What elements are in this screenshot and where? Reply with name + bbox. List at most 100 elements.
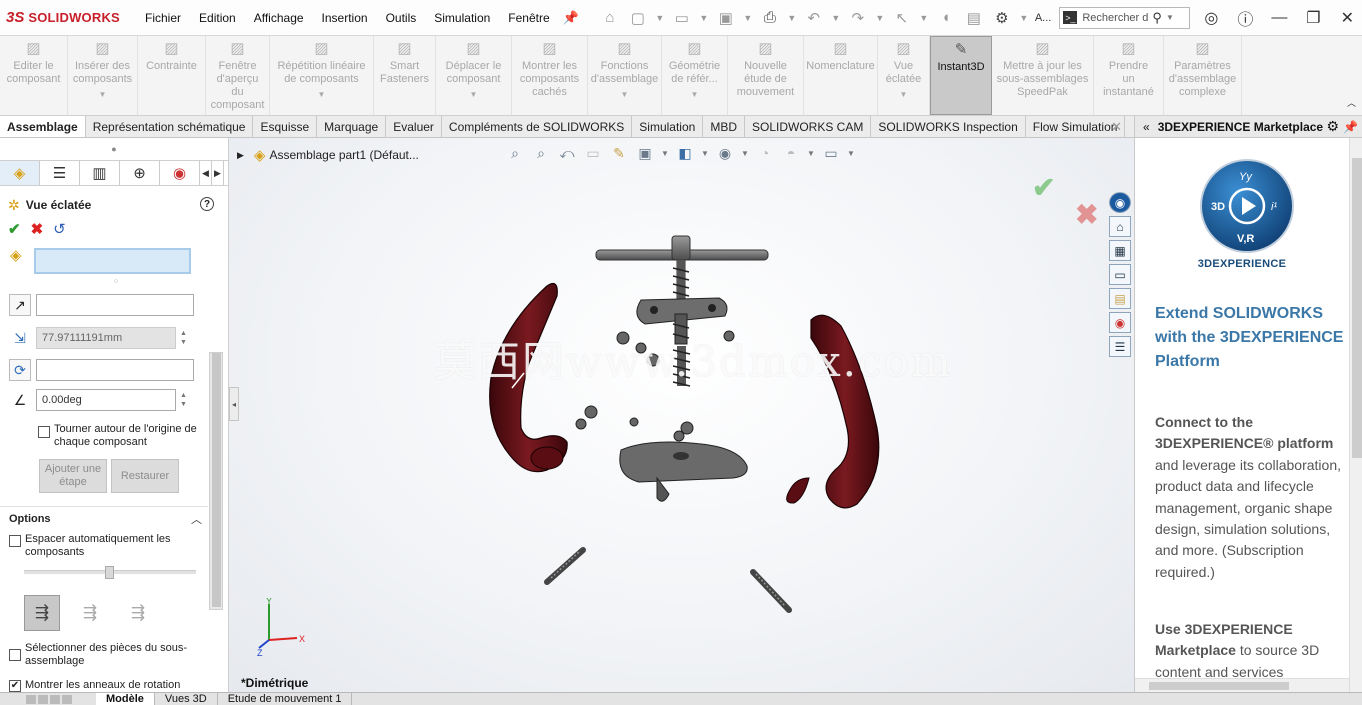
space-direction-3-icon[interactable]: ⇶ xyxy=(120,595,156,631)
cmd-mate-button[interactable]: ▨ Contrainte xyxy=(138,36,206,115)
redo-dropdown-icon[interactable]: ▼ xyxy=(875,7,885,29)
lower-bracket[interactable] xyxy=(619,441,748,502)
cmd-assembly-features-button[interactable]: ▨ Fonctions d'assemblage ▼ xyxy=(588,36,662,115)
menu-affichage[interactable]: Affichage xyxy=(245,11,313,25)
cmd-smart-fasteners-button[interactable]: ▨ Smart Fasteners xyxy=(374,36,436,115)
undo-icon[interactable]: ↶ xyxy=(803,7,825,29)
tab-marquage[interactable]: Marquage xyxy=(317,116,387,137)
dropdown-arrow-icon[interactable]: ▼ xyxy=(691,88,699,101)
select-subassembly-checkbox[interactable] xyxy=(9,649,21,661)
exploded-assembly-model[interactable] xyxy=(229,138,1134,692)
appearances-icon[interactable]: ◉ xyxy=(1109,312,1131,333)
search-input[interactable]: >_ Rechercher d ⚲ ▼ xyxy=(1059,6,1191,29)
cancel-x-icon[interactable]: ✖ xyxy=(31,220,44,240)
tab-vues-3d[interactable]: Vues 3D xyxy=(155,693,218,705)
cmd-insert-components-button[interactable]: ▨ Insérer des composants ▼ xyxy=(68,36,138,115)
long-bolt-left[interactable] xyxy=(544,547,586,585)
menu-simulation[interactable]: Simulation xyxy=(425,11,499,25)
cmd-reference-geometry-button[interactable]: ▨ Géométrie de référ... ▼ xyxy=(662,36,728,115)
search-icon[interactable]: ⚲ xyxy=(1152,10,1162,26)
cmd-bom-button[interactable]: ▨ Nomenclature xyxy=(804,36,878,115)
options-section-header[interactable]: Options ︿ xyxy=(0,506,208,530)
tab-modele[interactable]: Modèle xyxy=(96,693,155,705)
search-mode-label[interactable]: A... xyxy=(1035,7,1052,29)
help-icon[interactable]: ⓘ xyxy=(1234,7,1256,29)
open-icon[interactable]: ▭ xyxy=(671,7,693,29)
component-selection-box[interactable] xyxy=(33,248,191,274)
search-dropdown-icon[interactable]: ▼ xyxy=(1166,13,1174,22)
display-manager-tab-icon[interactable]: ◉ xyxy=(160,161,200,185)
print-dropdown-icon[interactable]: ▼ xyxy=(787,7,797,29)
scrollbar-thumb[interactable] xyxy=(1352,158,1362,458)
long-bolt-right[interactable] xyxy=(750,569,792,613)
hscrollbar-thumb[interactable] xyxy=(1149,682,1289,690)
cmd-motion-study-button[interactable]: ▨ Nouvelle étude de mouvement xyxy=(728,36,804,115)
select-dropdown-icon[interactable]: ▼ xyxy=(919,7,929,29)
scrollbar-thumb[interactable] xyxy=(212,353,221,607)
tabs-left-arrow-icon[interactable]: ◀ xyxy=(200,161,212,185)
tab-scroll-arrows[interactable] xyxy=(0,693,96,705)
view-palette-icon[interactable]: ▤ xyxy=(1109,288,1131,309)
propertymanager-tab-icon[interactable]: ☰ xyxy=(40,161,80,185)
angle-spinner[interactable]: ▲ ▼ xyxy=(180,391,187,409)
home-icon[interactable]: ⌂ xyxy=(599,7,621,29)
dropdown-arrow-icon[interactable]: ▼ xyxy=(621,88,629,101)
panel-splitter-handle[interactable]: ◂ xyxy=(229,387,239,421)
dropdown-arrow-icon[interactable]: ▼ xyxy=(900,88,908,101)
custom-properties-icon[interactable]: ☰ xyxy=(1109,336,1131,357)
minimize-icon[interactable]: — xyxy=(1268,7,1290,29)
close-tabs-icon[interactable]: ✕ xyxy=(1111,119,1122,135)
angle-field[interactable]: 0.00deg xyxy=(36,389,176,411)
cmd-instant3d-button[interactable]: ✎ Instant3D xyxy=(930,36,992,115)
select-icon[interactable]: ↖ xyxy=(891,7,913,29)
menu-fichier[interactable]: Fichier xyxy=(136,11,190,25)
cmd-show-hidden-button[interactable]: ▨ Montrer les composants cachés xyxy=(512,36,588,115)
rotate-origin-checkbox[interactable] xyxy=(38,426,50,438)
menu-outils[interactable]: Outils xyxy=(377,11,426,25)
rotation-axis-field[interactable] xyxy=(36,359,194,381)
cmd-snapshot-button[interactable]: ▨ Prendre un instantané xyxy=(1094,36,1164,115)
dropdown-arrow-icon[interactable]: ▼ xyxy=(318,88,326,101)
t-handle[interactable] xyxy=(595,235,769,308)
cmd-edit-component-button[interactable]: ▨ Editer le composant xyxy=(0,36,68,115)
show-rings-checkbox[interactable]: ✔ xyxy=(9,679,21,692)
cmd-exploded-view-button[interactable]: ▨ Vue éclatée ▼ xyxy=(878,36,930,115)
close-window-icon[interactable]: ✕ xyxy=(1336,7,1358,29)
panel-grip[interactable]: ● xyxy=(0,138,228,160)
cmd-move-component-button[interactable]: ▨ Déplacer le composant ▼ xyxy=(436,36,512,115)
save-icon[interactable]: ▣ xyxy=(715,7,737,29)
tab-solidworks-inspection[interactable]: SOLIDWORKS Inspection xyxy=(871,116,1026,137)
dimxpert-tab-icon[interactable]: ⊕ xyxy=(120,161,160,185)
cmd-large-assembly-button[interactable]: ▨ Paramètres d'assemblage complexe xyxy=(1164,36,1242,115)
configurationmanager-tab-icon[interactable]: ▥ xyxy=(80,161,120,185)
open-dropdown-icon[interactable]: ▼ xyxy=(699,7,709,29)
menu-insertion[interactable]: Insertion xyxy=(313,11,377,25)
file-explorer-icon[interactable]: ▭ xyxy=(1109,264,1131,285)
print-icon[interactable]: ⎙ xyxy=(759,7,781,29)
save-dropdown-icon[interactable]: ▼ xyxy=(743,7,753,29)
new-dropdown-icon[interactable]: ▼ xyxy=(655,7,665,29)
tab-motion-study-1[interactable]: Etude de mouvement 1 xyxy=(218,693,353,705)
solidworks-logo[interactable]: 3S SOLIDWORKS xyxy=(0,9,136,26)
rebuild-icon[interactable]: ◖ xyxy=(935,7,957,29)
task-pane-hscrollbar[interactable] xyxy=(1135,678,1349,692)
3dexperience-icon[interactable]: ◉ xyxy=(1109,192,1131,213)
dropdown-arrow-icon[interactable]: ▼ xyxy=(470,88,478,101)
featuremanager-tab-icon[interactable]: ◈ xyxy=(0,161,40,185)
redo-icon[interactable]: ↷ xyxy=(847,7,869,29)
distance-field[interactable]: 77.97111191mm xyxy=(36,327,176,349)
solidworks-resources-icon[interactable]: ⌂ xyxy=(1109,216,1131,237)
design-library-icon[interactable]: ▦ xyxy=(1109,240,1131,261)
cmd-speedpak-button[interactable]: ▨ Mettre à jour les sous-assemblages Spee… xyxy=(992,36,1094,115)
add-step-button[interactable]: Ajouter une étape xyxy=(39,459,107,493)
menu-edition[interactable]: Edition xyxy=(190,11,245,25)
file-properties-icon[interactable]: ▤ xyxy=(963,7,985,29)
collapse-chevron-icon[interactable]: ︿ xyxy=(191,511,202,527)
space-direction-1-icon[interactable]: ⇶ xyxy=(24,595,60,631)
restore-button[interactable]: Restaurer xyxy=(111,459,179,493)
cmd-preview-window-button[interactable]: ▨ Fenêtre d'aperçu du composant xyxy=(206,36,270,115)
tab-solidworks-cam[interactable]: SOLIDWORKS CAM xyxy=(745,116,872,137)
space-direction-2-icon[interactable]: ⇶ xyxy=(72,595,108,631)
tab-compl-ments-de-solidworks[interactable]: Compléments de SOLIDWORKS xyxy=(442,116,633,137)
tab-evaluer[interactable]: Evaluer xyxy=(386,116,442,137)
